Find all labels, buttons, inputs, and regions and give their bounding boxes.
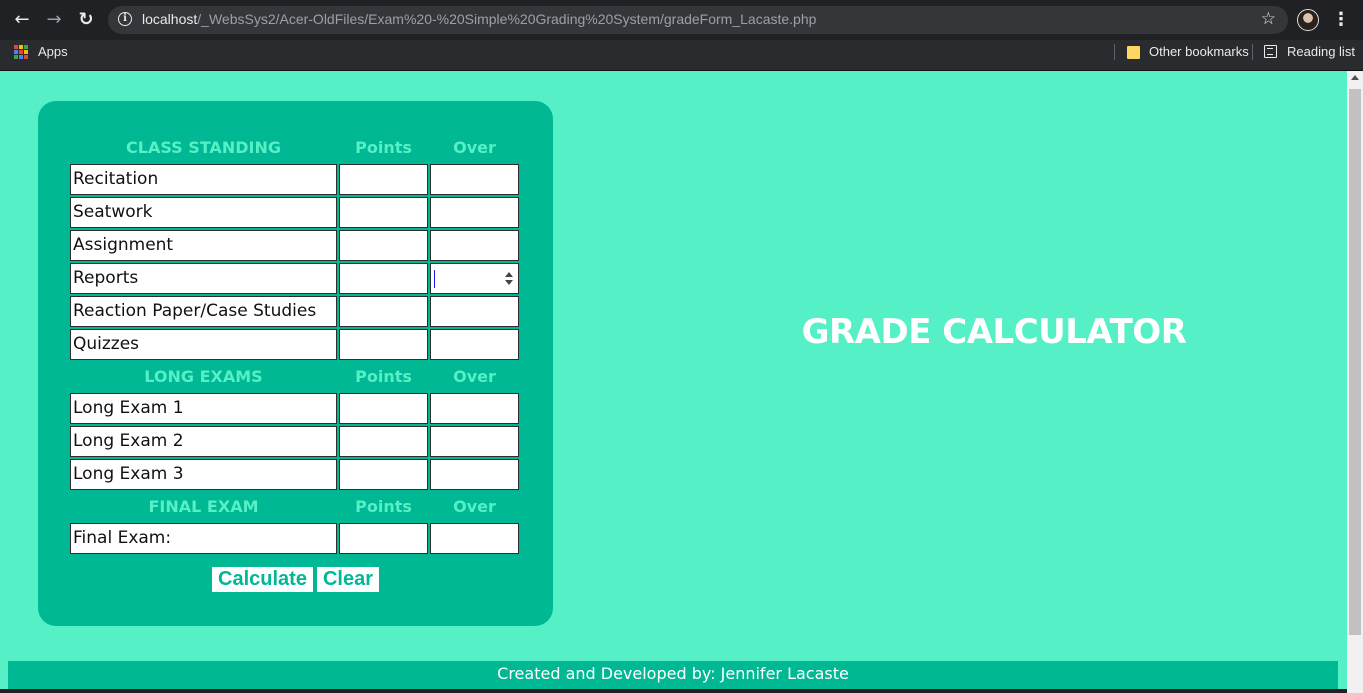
clear-button[interactable]: Clear <box>317 567 379 592</box>
recitation-points-input[interactable] <box>339 164 428 195</box>
bookmarks-bar: Apps Other bookmarks Reading list <box>0 40 1363 71</box>
footer-credit: Created and Developed by: Jennifer Lacas… <box>8 661 1338 689</box>
taskbar-strip <box>0 689 1347 693</box>
url-host: localhost <box>142 11 198 27</box>
star-icon[interactable]: ☆ <box>1261 9 1276 29</box>
url-text[interactable]: localhost/_WebsSys2/Acer-OldFiles/Exam%2… <box>142 11 816 27</box>
long-exam-3-label: Long Exam 3 <box>70 459 337 490</box>
grade-form: CLASS STANDING Points Over Recitation Se… <box>38 101 553 626</box>
reports-points-input[interactable] <box>339 263 428 294</box>
assignment-over-input[interactable] <box>430 230 519 261</box>
reaction-paper-points-input[interactable] <box>339 296 428 327</box>
final-exam-over-input[interactable] <box>430 523 519 554</box>
calculate-button[interactable]: Calculate <box>212 567 313 592</box>
assignment-label: Assignment <box>70 230 337 261</box>
quizzes-over-input[interactable] <box>430 329 519 360</box>
url-path: /_WebsSys2/Acer-OldFiles/Exam%20-%20Simp… <box>197 11 817 27</box>
long-exam-2-label: Long Exam 2 <box>70 426 337 457</box>
assignment-points-input[interactable] <box>339 230 428 261</box>
over-header: Over <box>453 138 496 157</box>
seatwork-points-input[interactable] <box>339 197 428 228</box>
scroll-thumb[interactable] <box>1349 89 1361 635</box>
reaction-paper-over-input[interactable] <box>430 296 519 327</box>
page-scrollbar[interactable] <box>1347 71 1363 693</box>
bookmark-separator <box>1252 44 1253 60</box>
browser-toolbar: ← → ↻ i localhost/_WebsSys2/Acer-OldFile… <box>0 0 1363 40</box>
long-exam-3-points-input[interactable] <box>339 459 428 490</box>
reload-icon[interactable]: ↻ <box>74 8 98 32</box>
reading-list-icon <box>1264 45 1277 58</box>
info-icon[interactable]: i <box>118 12 132 26</box>
reports-over-input[interactable] <box>430 263 519 294</box>
bookmark-separator <box>1114 44 1115 60</box>
forward-arrow-icon[interactable]: → <box>42 8 66 32</box>
long-exam-1-points-input[interactable] <box>339 393 428 424</box>
points-header: Points <box>355 138 412 157</box>
final-exam-label: Final Exam: <box>70 523 337 554</box>
points-header: Points <box>355 367 412 386</box>
folder-icon <box>1127 46 1140 59</box>
back-arrow-icon[interactable]: ← <box>10 8 34 32</box>
long-exams-heading: LONG EXAMS <box>144 367 263 386</box>
recitation-label: Recitation <box>70 164 337 195</box>
class-standing-heading: CLASS STANDING <box>126 138 281 157</box>
reaction-paper-label: Reaction Paper/Case Studies <box>70 296 337 327</box>
scroll-up-arrow-icon[interactable] <box>1351 75 1359 80</box>
seatwork-label: Seatwork <box>70 197 337 228</box>
quizzes-label: Quizzes <box>70 329 337 360</box>
long-exam-1-label: Long Exam 1 <box>70 393 337 424</box>
apps-grid-icon[interactable] <box>14 45 28 59</box>
recitation-over-input[interactable] <box>430 164 519 195</box>
number-spinner-icon[interactable] <box>504 270 514 288</box>
quizzes-points-input[interactable] <box>339 329 428 360</box>
over-header: Over <box>453 497 496 516</box>
long-exam-2-over-input[interactable] <box>430 426 519 457</box>
address-bar[interactable]: i localhost/_WebsSys2/Acer-OldFiles/Exam… <box>108 6 1288 34</box>
kebab-menu-icon[interactable]: ⋮ <box>1332 8 1350 32</box>
apps-bookmark[interactable]: Apps <box>38 44 68 59</box>
points-header: Points <box>355 497 412 516</box>
page-title: GRADE CALCULATOR <box>801 312 1187 352</box>
long-exam-3-over-input[interactable] <box>430 459 519 490</box>
seatwork-over-input[interactable] <box>430 197 519 228</box>
over-header: Over <box>453 367 496 386</box>
final-exam-heading: FINAL EXAM <box>148 497 259 516</box>
other-bookmarks[interactable]: Other bookmarks <box>1149 44 1249 59</box>
long-exam-2-points-input[interactable] <box>339 426 428 457</box>
long-exam-1-over-input[interactable] <box>430 393 519 424</box>
reports-label: Reports <box>70 263 337 294</box>
reading-list-button[interactable]: Reading list <box>1287 44 1355 59</box>
text-caret <box>434 270 435 288</box>
final-exam-points-input[interactable] <box>339 523 428 554</box>
profile-avatar[interactable] <box>1297 9 1319 31</box>
